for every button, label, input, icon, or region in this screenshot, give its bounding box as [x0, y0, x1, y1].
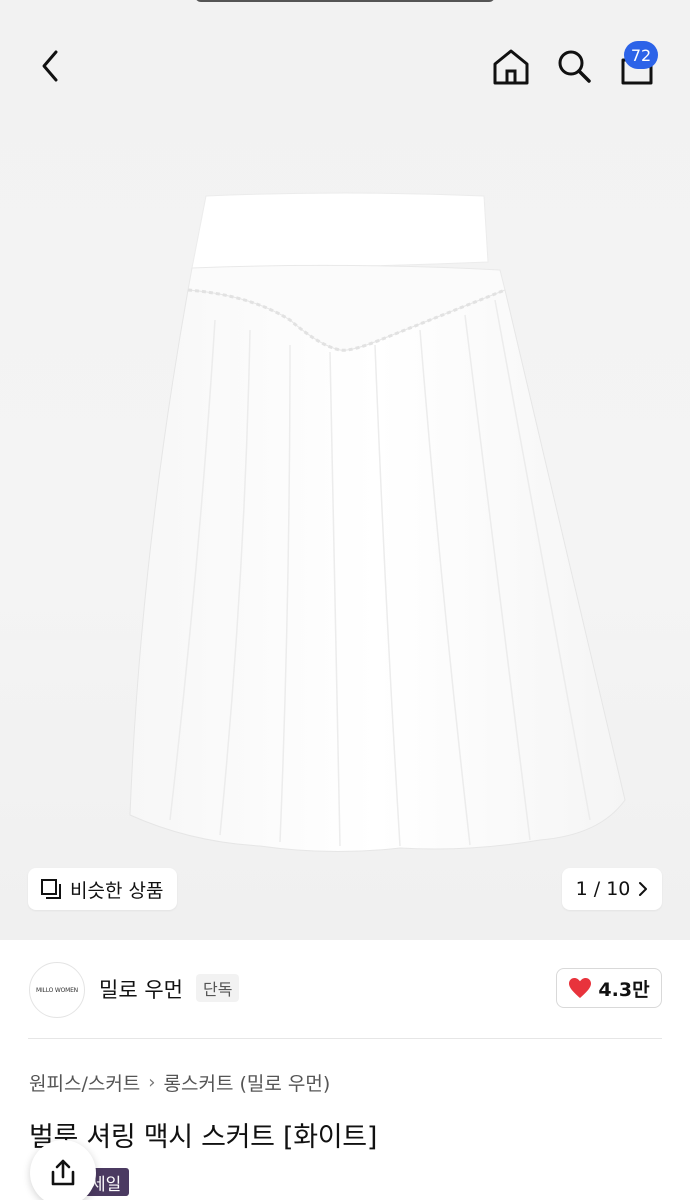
brand-logo-text: MILLO WOMEN — [36, 986, 78, 994]
search-button[interactable] — [552, 44, 596, 88]
like-count: 4.3만 — [598, 978, 650, 1001]
product-image-gallery[interactable]: 72 비슷한 상품 1 / 10 — [0, 0, 690, 940]
breadcrumb: 원피스/스커트 › 롱스커트 (밀로 우먼) — [29, 1069, 330, 1096]
cart-count-badge: 72 — [624, 41, 658, 69]
exclusive-tag: 단독 — [196, 974, 240, 1002]
share-button[interactable] — [30, 1140, 96, 1200]
breadcrumb-separator-icon: › — [148, 1072, 156, 1093]
breadcrumb-subcategory[interactable]: 롱스커트 (밀로 우먼) — [164, 1069, 331, 1096]
image-pager-button[interactable]: 1 / 10 — [562, 868, 662, 910]
chevron-right-icon — [639, 882, 648, 896]
similar-items-icon — [41, 879, 61, 899]
product-image — [129, 192, 626, 853]
similar-products-label: 비슷한 상품 — [70, 879, 164, 902]
brand-logo[interactable]: MILLO WOMEN — [29, 962, 85, 1018]
like-button[interactable]: 4.3만 — [556, 968, 662, 1008]
brand-name[interactable]: 밀로 우먼 — [99, 974, 183, 1004]
heart-icon — [569, 978, 592, 998]
image-page-indicator: 1 / 10 — [575, 878, 631, 900]
home-icon — [493, 49, 529, 85]
chevron-left-icon — [42, 50, 58, 82]
search-icon — [558, 50, 591, 83]
section-divider — [28, 1038, 662, 1039]
share-icon — [51, 1159, 75, 1186]
brand-row: MILLO WOMEN 밀로 우먼 단독 4.3만 — [0, 940, 690, 1038]
home-button[interactable] — [488, 44, 534, 90]
breadcrumb-category[interactable]: 원피스/스커트 — [29, 1069, 140, 1096]
back-button[interactable] — [28, 44, 72, 88]
similar-products-button[interactable]: 비슷한 상품 — [28, 868, 178, 910]
